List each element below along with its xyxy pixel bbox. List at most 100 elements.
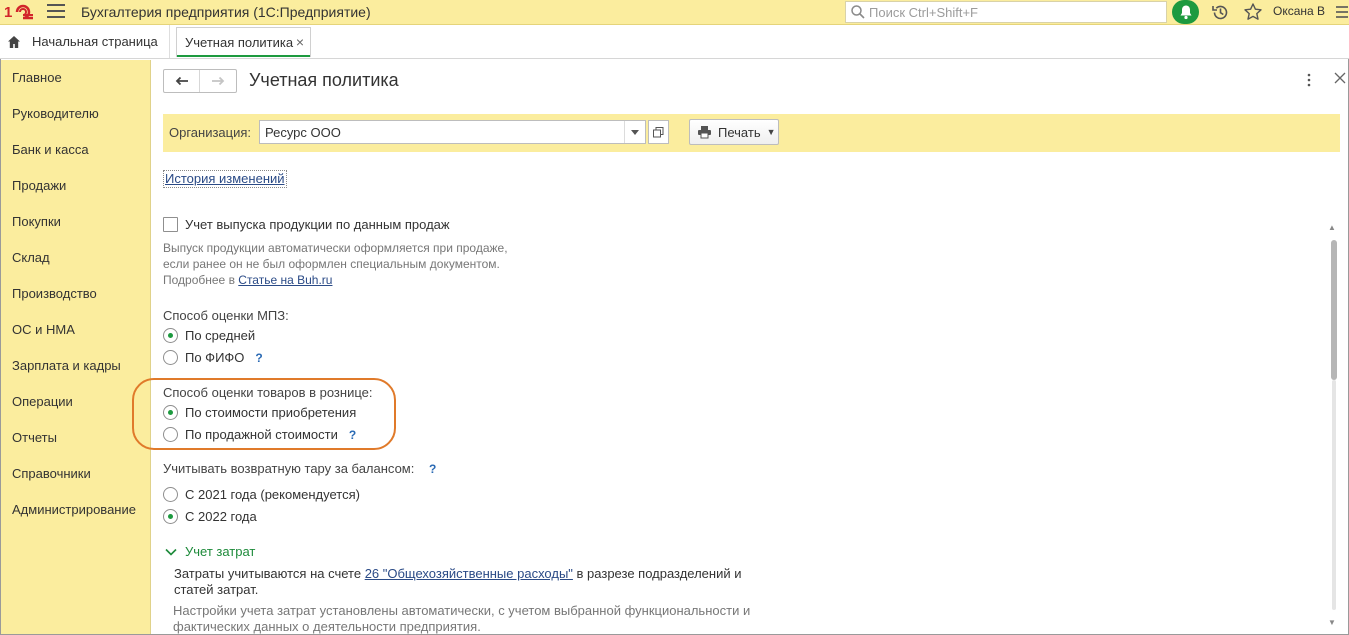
history-icon[interactable] <box>1211 3 1230 22</box>
organization-value: Ресурс ООО <box>265 124 341 140</box>
bell-icon <box>1180 5 1191 20</box>
sections-sidebar: Главное Руководителю Банк и касса Продаж… <box>1 60 151 634</box>
user-name[interactable]: Оксана В <box>1273 4 1325 18</box>
scrollbar-thumb[interactable] <box>1331 240 1337 380</box>
active-tab-indicator <box>177 55 310 57</box>
sidebar-item-fixed-assets[interactable]: ОС и НМА <box>1 312 150 348</box>
radio-retail-purchase-cost-label: По стоимости приобретения <box>185 405 357 420</box>
retail-method-label: Способ оценки товаров в рознице: <box>163 385 373 400</box>
radio-button[interactable] <box>163 350 178 365</box>
cost-text-line2: статей затрат. <box>174 582 259 597</box>
tab-home[interactable]: Начальная страница <box>0 25 170 58</box>
tab-bar: Начальная страница Учетная политика × <box>0 25 1349 59</box>
print-button[interactable]: Печать ▼ <box>689 119 779 145</box>
main-menu-icon[interactable] <box>47 4 65 20</box>
account-26-link[interactable]: 26 "Общехозяйственные расходы" <box>365 566 573 581</box>
print-button-label: Печать <box>718 124 761 140</box>
more-actions-icon[interactable] <box>1302 72 1316 88</box>
help-icon[interactable]: ? <box>255 351 262 365</box>
cost-accounting-header: Учет затрат <box>185 544 256 559</box>
close-form-icon[interactable] <box>1333 70 1347 86</box>
organization-field[interactable]: Ресурс ООО <box>259 120 646 144</box>
sidebar-item-production[interactable]: Производство <box>1 276 150 312</box>
mpz-method-label: Способ оценки МПЗ: <box>163 308 289 323</box>
cost-text-suffix: в разрезе подразделений и <box>572 566 742 581</box>
cost-accounting-hint: Настройки учета затрат установлены автом… <box>173 603 773 635</box>
arrow-left-icon <box>175 76 188 86</box>
cost-accounting-section-toggle[interactable]: Учет затрат <box>165 544 255 559</box>
buh-ru-article-link[interactable]: Статье на Buh.ru <box>238 273 332 287</box>
radio-tare-2021[interactable]: С 2021 года (рекомендуется) <box>163 487 360 502</box>
sidebar-item-manager[interactable]: Руководителю <box>1 96 150 132</box>
favorites-star-icon[interactable] <box>1243 2 1263 22</box>
help-icon[interactable]: ? <box>349 428 356 442</box>
search-icon <box>851 5 865 19</box>
scroll-up-arrow-icon[interactable]: ▲ <box>1328 223 1336 232</box>
radio-button-selected[interactable] <box>163 328 178 343</box>
sidebar-item-administration[interactable]: Администрирование <box>1 492 150 528</box>
back-button[interactable] <box>164 70 201 92</box>
tab-home-label: Начальная страница <box>32 34 158 49</box>
sidebar-item-main[interactable]: Главное <box>1 60 150 96</box>
tab-accounting-policy-label: Учетная политика <box>185 35 294 50</box>
radio-retail-sale-price[interactable]: По продажной стоимости ? <box>163 427 356 442</box>
arrow-right-icon <box>212 76 225 86</box>
radio-button[interactable] <box>163 427 178 442</box>
organization-label: Организация: <box>169 125 252 140</box>
radio-mpz-fifo[interactable]: По ФИФО ? <box>163 350 263 365</box>
printer-icon <box>698 126 711 139</box>
cost-text-prefix: Затраты учитываются на счете <box>174 566 365 581</box>
app-title: Бухгалтерия предприятия (1С:Предприятие) <box>81 4 371 20</box>
scroll-down-arrow-icon[interactable]: ▼ <box>1328 618 1336 627</box>
product-release-hint-line3: Подробнее в Статье на Buh.ru <box>163 272 508 288</box>
sidebar-item-operations[interactable]: Операции <box>1 384 150 420</box>
change-history-link[interactable]: История изменений <box>163 170 287 188</box>
search-placeholder: Поиск Ctrl+Shift+F <box>869 4 978 20</box>
1c-logo-icon[interactable]: 1 <box>4 3 34 21</box>
radio-retail-purchase-cost[interactable]: По стоимости приобретения <box>163 405 356 420</box>
cost-text-line1: Затраты учитываются на счете 26 "Общехоз… <box>174 566 774 582</box>
dropdown-arrow-icon <box>631 129 639 135</box>
tab-accounting-policy[interactable]: Учетная политика × <box>176 27 311 57</box>
radio-mpz-average[interactable]: По средней <box>163 328 255 343</box>
cost-accounting-text: Затраты учитываются на счете 26 "Общехоз… <box>174 566 774 598</box>
notifications-bell-button[interactable] <box>1172 0 1199 24</box>
cost-hint-line1: Настройки учета затрат установлены автом… <box>173 603 751 618</box>
radio-button-selected[interactable] <box>163 509 178 524</box>
radio-tare-2022-label: С 2022 года <box>185 509 257 524</box>
tab-close-icon[interactable]: × <box>296 34 304 50</box>
radio-button[interactable] <box>163 487 178 502</box>
product-release-checkbox-row[interactable]: Учет выпуска продукции по данным продаж <box>163 217 450 232</box>
settings-menu-icon[interactable] <box>1334 4 1348 20</box>
product-release-checkbox[interactable] <box>163 217 178 232</box>
sidebar-item-sales[interactable]: Продажи <box>1 168 150 204</box>
product-release-hint-line2: если ранее он не был оформлен специальны… <box>163 257 500 271</box>
chevron-down-icon <box>165 548 177 556</box>
sidebar-item-catalogs[interactable]: Справочники <box>1 456 150 492</box>
help-icon[interactable]: ? <box>429 462 436 476</box>
product-release-hint-line1: Выпуск продукции автоматически оформляет… <box>163 241 508 255</box>
scrollbar-track[interactable] <box>1332 380 1336 610</box>
forward-button[interactable] <box>200 70 236 92</box>
sidebar-item-purchases[interactable]: Покупки <box>1 204 150 240</box>
search-input[interactable]: Поиск Ctrl+Shift+F <box>845 1 1167 23</box>
radio-button-selected[interactable] <box>163 405 178 420</box>
organization-open-button[interactable] <box>648 120 669 144</box>
organization-dropdown-button[interactable] <box>624 121 645 143</box>
sidebar-item-bank-cash[interactable]: Банк и касса <box>1 132 150 168</box>
hint-more-prefix: Подробнее в <box>163 273 239 287</box>
radio-tare-2022[interactable]: С 2022 года <box>163 509 257 524</box>
navigation-buttons <box>163 69 237 93</box>
product-release-label: Учет выпуска продукции по данным продаж <box>185 217 450 232</box>
top-bar: 1 Бухгалтерия предприятия (1С:Предприяти… <box>0 0 1349 25</box>
radio-mpz-fifo-label: По ФИФО <box>185 350 245 365</box>
radio-retail-sale-price-label: По продажной стоимости <box>185 427 338 442</box>
print-dropdown-icon: ▼ <box>766 127 776 137</box>
svg-text:1: 1 <box>4 4 12 21</box>
sidebar-item-payroll[interactable]: Зарплата и кадры <box>1 348 150 384</box>
returnable-tare-label-text: Учитывать возвратную тару за балансом: <box>163 461 415 476</box>
sidebar-item-warehouse[interactable]: Склад <box>1 240 150 276</box>
radio-mpz-average-label: По средней <box>185 328 256 343</box>
returnable-tare-label: Учитывать возвратную тару за балансом: ? <box>163 461 436 476</box>
sidebar-item-reports[interactable]: Отчеты <box>1 420 150 456</box>
